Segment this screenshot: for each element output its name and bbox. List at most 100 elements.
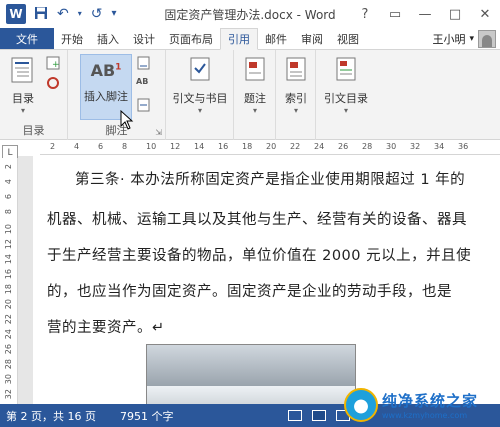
ruler-tick-label: 30 [4,374,13,385]
update-table-icon[interactable] [46,76,62,90]
index-label: 索引 [285,92,307,105]
caption-button[interactable]: 题注 ▾ [238,56,272,115]
tab-home[interactable]: 开始 [54,28,90,49]
citations-icon [185,56,215,84]
next-footnote-icon[interactable]: AB [136,77,152,91]
tab-view[interactable]: 视图 [330,28,366,49]
maximize-button[interactable]: □ [440,7,470,22]
ribbon-tabs: 文件 开始 插入 设计 页面布局 引用 邮件 审阅 视图 王小明 ▾ [0,28,500,50]
toa-button[interactable]: 引文目录 ▾ [318,56,374,115]
tab-file[interactable]: 文件 [0,28,54,49]
ruler-tick-label: 6 [98,142,104,151]
ruler-tick-label: 30 [386,142,397,151]
document-line: 第三条· 本办法所称固定资产是指企业使用期限超过 1 年的 [75,172,466,188]
undo-dropdown-icon[interactable]: ▾ [78,10,82,18]
group-toa: 引文目录 ▾ [316,50,376,140]
ruler-tick-label: 8 [122,142,128,151]
ruler-tick-label: 4 [4,179,13,185]
avatar [478,29,496,48]
ruler-tick-label: 22 [4,314,13,325]
toc-label: 目录 [12,92,34,105]
ribbon: 目录 ▾ + 目录 AB1 插入脚注 AB 脚注 ⇲ 引文与书目 ▾ 题注 ▾ … [0,50,500,140]
document-line: 机器、机械、运输工具以及其他与生产、经营有关的设备、器具 [47,212,467,228]
site-logo-icon [344,387,378,422]
user-caret-icon: ▾ [469,33,474,44]
citations-button[interactable]: 引文与书目 ▾ [170,56,230,115]
quick-access-toolbar: ↶ ▾ ↺ ▾ [34,6,117,23]
close-button[interactable]: ✕ [470,7,500,22]
undo-icon[interactable]: ↶ [57,7,69,21]
tab-references[interactable]: 引用 [220,28,258,50]
site-watermark: 纯净系统之家 www.kzmyhome.com [344,382,494,427]
tab-mailings[interactable]: 邮件 [258,28,294,49]
vertical-ruler[interactable]: 2 4 6 8 10 12 14 16 18 20 22 24 26 28 30 32 [0,158,18,404]
redo-icon[interactable]: ↺ [91,7,103,21]
caption-caret-icon: ▾ [252,106,257,115]
add-text-icon[interactable]: + [46,56,62,70]
tab-page-layout[interactable]: 页面布局 [162,28,220,49]
customize-icon[interactable]: ▾ [111,9,116,19]
group-index: 索引 ▾ [276,50,316,140]
ruler-tick-label: 26 [4,344,13,355]
view-buttons [288,404,350,427]
ruler-tick-label: 28 [362,142,373,151]
minimize-button[interactable]: — [410,7,440,22]
show-notes-icon[interactable] [136,98,152,112]
toa-label: 引文目录 [324,92,368,105]
index-button[interactable]: 索引 ▾ [280,56,312,115]
tab-insert[interactable]: 插入 [90,28,126,49]
read-mode-icon[interactable] [288,410,302,421]
ruler-tick-label: 10 [146,142,157,151]
citations-label: 引文与书目 [172,92,228,105]
ruler-tick-label: 14 [194,142,205,151]
footnote-icon: AB1 [90,61,122,80]
ruler-tick-label: 24 [4,329,13,340]
ruler-tick-label: 16 [4,269,13,280]
insert-endnote-icon[interactable] [136,56,152,70]
group-citations: 引文与书目 ▾ [166,50,234,140]
ruler-tick-label: 10 [4,224,13,235]
ruler-tick-label: 2 [50,142,56,151]
ruler-tick-label: 32 [410,142,421,151]
user-name: 王小明 [432,32,466,46]
toc-icon [8,56,38,84]
group-label-footnote: 脚注 [105,124,128,137]
document-page[interactable]: 第三条· 本办法所称固定资产是指企业使用期限超过 1 年的 机器、机械、运输工具… [33,156,500,404]
watermark-title: 纯净系统之家 [382,391,479,410]
horizontal-ruler[interactable]: 2 4 6 8 10 12 14 16 18 20 22 24 26 28 30 32 34 36 [40,141,500,155]
inserted-photo[interactable] [146,344,356,404]
ruler-tick-label: 34 [434,142,445,151]
toc-button[interactable]: 目录 ▾ [8,56,38,115]
document-line: 的，也应当作为固定资产。​固定资产是企业的劳动手段，也是 [47,284,452,300]
document-line: 于生产经营主要设备的物品，单位价值在 2000 元以上，并且使 [47,248,472,264]
footnote-dialog-launcher-icon[interactable]: ⇲ [155,128,162,137]
user-account[interactable]: 王小明 ▾ [432,28,500,49]
watermark-url: www.kzmyhome.com [382,410,468,420]
ruler-tick-label: 18 [242,142,253,151]
tab-review[interactable]: 审阅 [294,28,330,49]
ruler-tick-label: 28 [4,359,13,370]
group-footnote: AB1 插入脚注 AB 脚注 ⇲ [68,50,166,140]
svg-text:+: + [52,60,60,70]
save-icon[interactable] [34,6,48,23]
caption-label: 题注 [244,92,266,105]
ruler-tick-label: 6 [4,194,13,200]
toc-caret-icon: ▾ [20,106,25,115]
insert-footnote-label: 插入脚注 [84,90,128,103]
toa-icon [331,56,361,84]
group-captions: 题注 ▾ [234,50,276,140]
tab-design[interactable]: 设计 [126,28,162,49]
word-app-icon[interactable]: W [6,4,26,24]
page-count[interactable]: 第 2 页，共 16 页 [0,408,102,424]
ruler-tick-label: 26 [338,142,349,151]
help-button[interactable]: ? [350,7,380,22]
group-toc: 目录 ▾ + 目录 [0,50,68,140]
ruler-tick-label: 12 [4,239,13,250]
ribbon-display-button[interactable]: ▭ [380,7,410,22]
mouse-cursor-icon [120,109,134,133]
window-controls: ? ▭ — □ ✕ [350,0,500,28]
ruler-tick-label: 32 [4,389,13,400]
ruler-tick-label: 22 [290,142,301,151]
print-layout-icon[interactable] [312,410,326,421]
word-count[interactable]: 7951 个字 [114,408,180,424]
